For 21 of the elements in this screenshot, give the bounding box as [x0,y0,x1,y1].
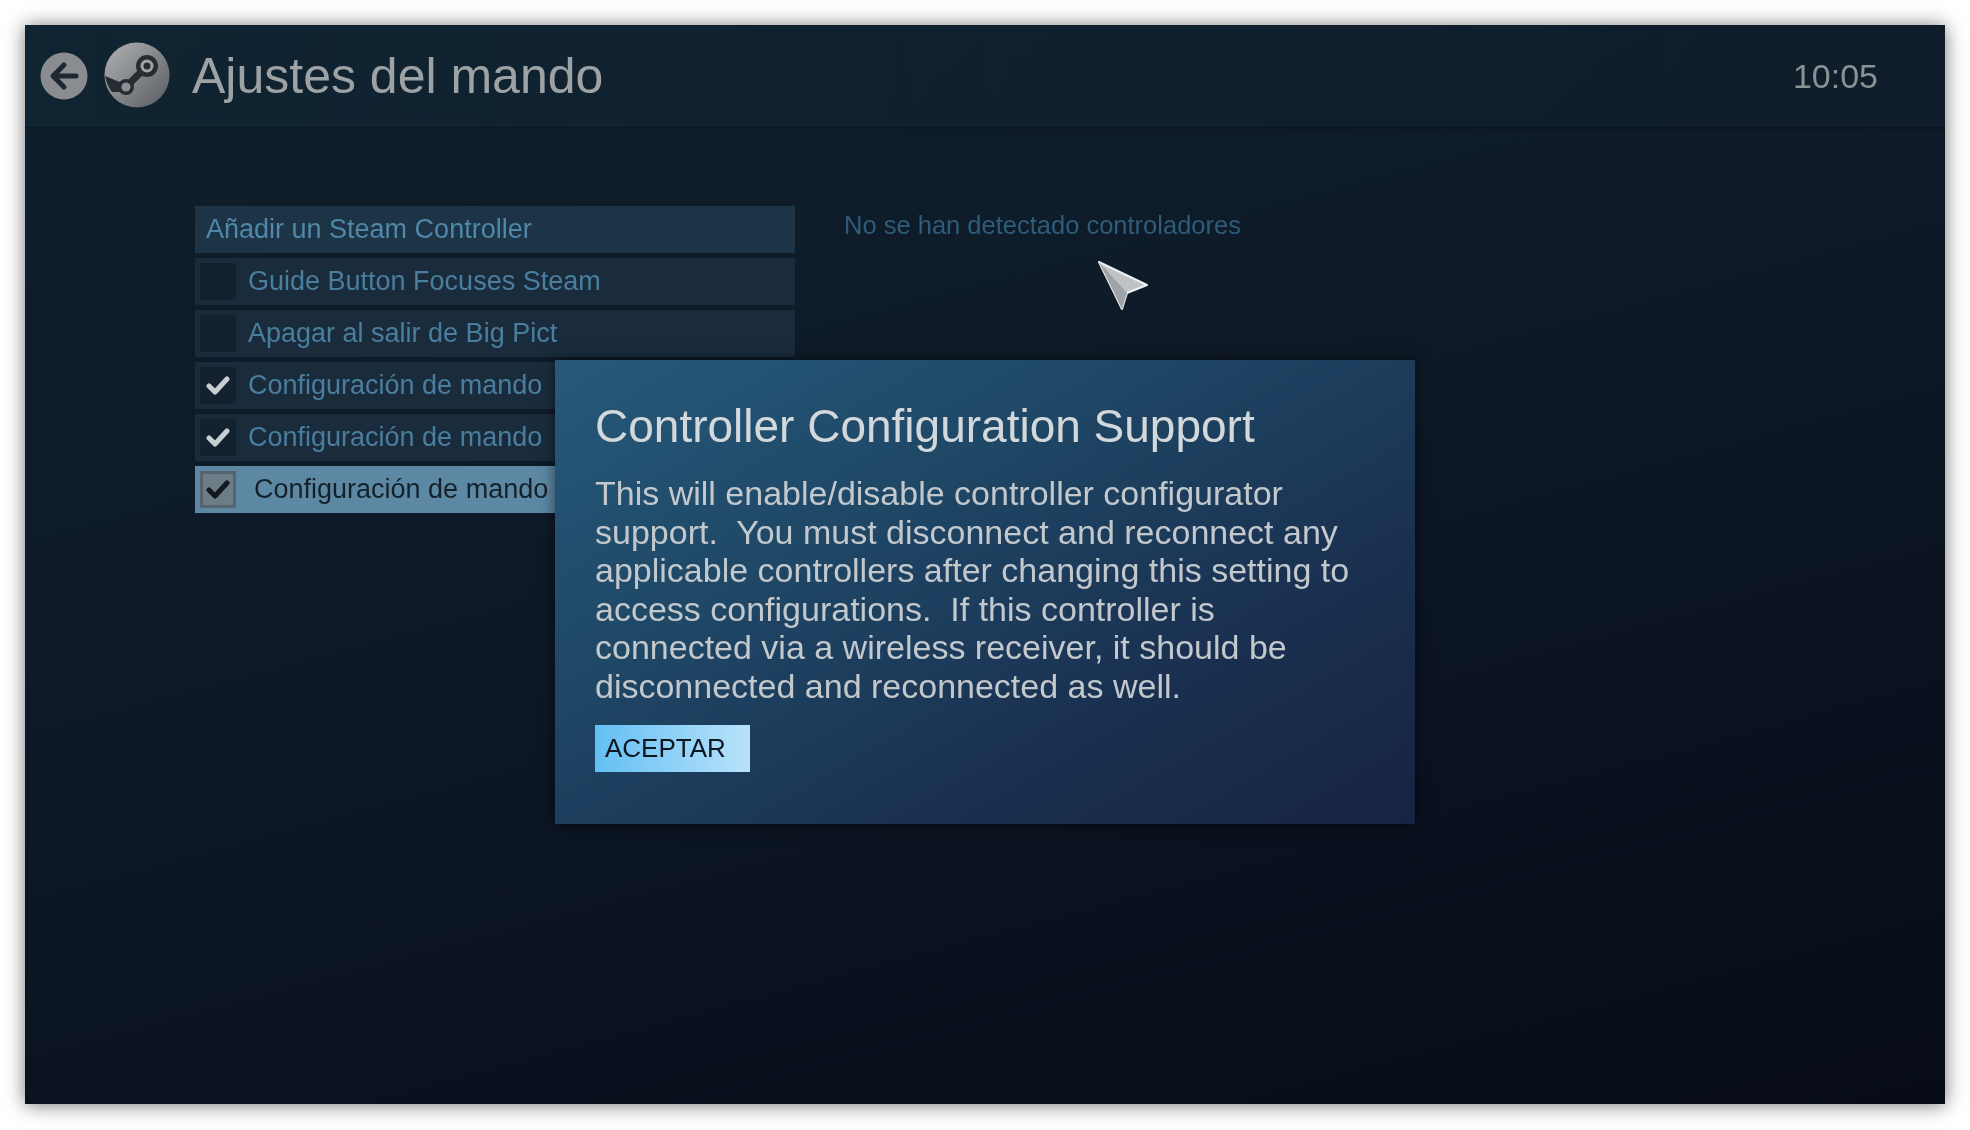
logo-icon[interactable] [104,42,170,108]
checkbox[interactable] [200,419,236,456]
settings-item[interactable]: Configuración de mando [195,466,555,513]
back-icon[interactable] [40,52,88,100]
check-icon [206,375,230,396]
check-icon [206,479,230,500]
checkbox[interactable] [200,471,236,508]
check-icon [206,427,230,448]
settings-item[interactable]: Configuración de mando [195,414,555,461]
clock-time: 10:05 [1792,56,1878,96]
settings-item[interactable]: Guide Button Focuses Steam [195,258,795,305]
cursor-icon [1097,260,1149,311]
dialog-title: Controller Configuration Support [595,400,1255,452]
dialog-message: This will enable/disable controller configurator support. You must disconnect and reconnect any applicable controllers after changing this setting to access configurations. If this controller is connected via a wireless receiver, it should be disconnected and reconnected as well. [595,474,1351,705]
status-text: No se han detectado controladores [844,210,1241,240]
settings-item[interactable]: Configuración de mando [195,362,555,409]
checkbox[interactable] [200,367,236,404]
page-title: Ajustes del mando [192,47,604,105]
accept-button[interactable]: ACEPTAR [595,725,750,772]
settings-item[interactable]: Apagar al salir de Big Pict [195,310,795,357]
settings-button[interactable]: Añadir un Steam Controller [195,206,795,253]
